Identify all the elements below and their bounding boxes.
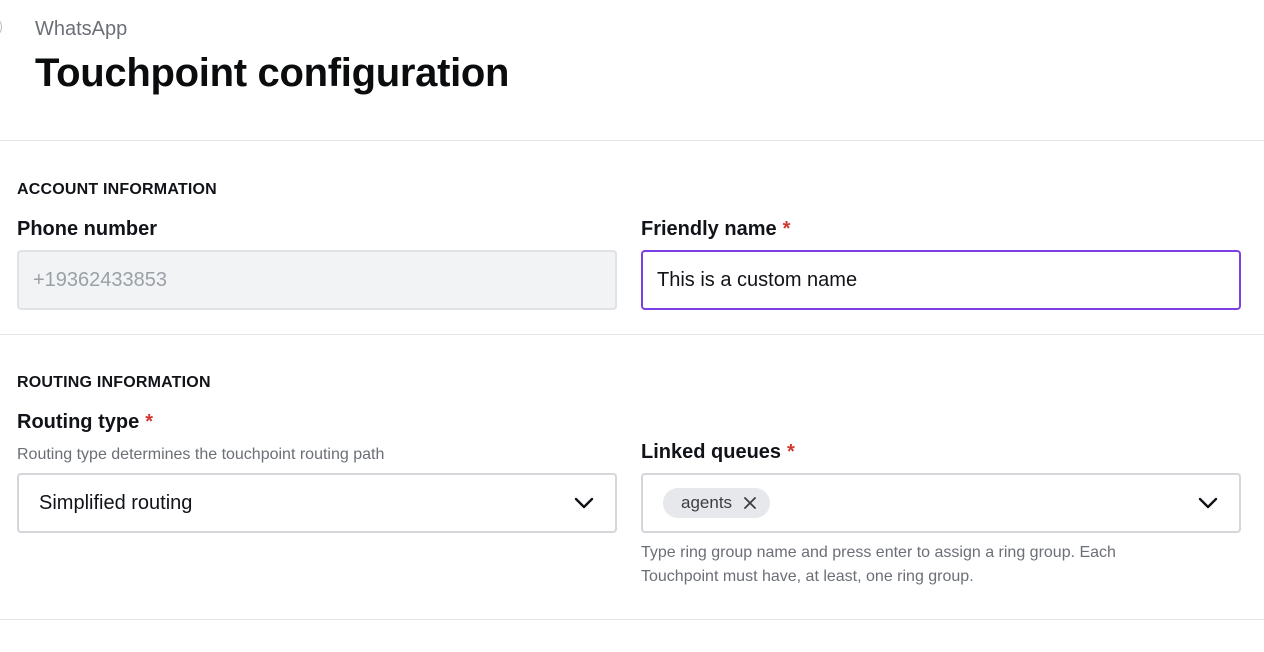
routing-type-label: Routing type *: [17, 410, 153, 434]
page-title: Touchpoint configuration: [35, 51, 510, 95]
linked-queues-label-text: Linked queues: [641, 441, 782, 463]
account-information-heading: ACCOUNT INFORMATION: [17, 181, 217, 198]
touchpoint-configuration-page: WhatsApp Touchpoint configuration ACCOUN…: [0, 0, 1264, 652]
required-asterisk: *: [787, 441, 795, 463]
bottom-divider: [0, 619, 1264, 620]
queue-chip-label: agents: [681, 493, 733, 512]
routing-information-heading: ROUTING INFORMATION: [17, 374, 211, 391]
phone-number-label-text: Phone number: [17, 218, 158, 240]
section-divider: [0, 334, 1264, 335]
friendly-name-input[interactable]: [641, 250, 1241, 310]
linked-queues-label: Linked queues *: [641, 440, 795, 464]
friendly-name-label: Friendly name *: [641, 217, 790, 241]
routing-type-select[interactable]: Simplified routing: [17, 473, 617, 533]
routing-type-label-text: Routing type: [17, 411, 140, 433]
chevron-down-icon: [573, 492, 595, 514]
header-divider: [0, 140, 1264, 141]
phone-number-input: [17, 250, 617, 310]
required-asterisk: *: [145, 411, 154, 433]
routing-type-selected-value: Simplified routing: [39, 491, 193, 514]
phone-number-label: Phone number: [17, 217, 157, 241]
linked-queues-chip-list: agents: [663, 488, 1197, 518]
routing-type-helper: Routing type determines the touchpoint r…: [17, 446, 385, 463]
friendly-name-label-text: Friendly name: [641, 218, 777, 240]
back-button-edge[interactable]: [0, 18, 2, 36]
close-icon[interactable]: [742, 495, 758, 511]
linked-queues-helper-line-2: Touchpoint must have, at least, one ring…: [641, 568, 974, 585]
linked-queues-helper: Type ring group name and press enter to …: [641, 541, 1116, 589]
page-header: WhatsApp Touchpoint configuration: [35, 16, 509, 98]
page-subtitle: WhatsApp: [35, 18, 128, 40]
queue-chip-agents: agents: [663, 488, 771, 518]
linked-queues-helper-line-1: Type ring group name and press enter to …: [641, 544, 1116, 561]
chevron-down-icon: [1197, 492, 1219, 514]
required-asterisk: *: [782, 218, 791, 240]
linked-queues-select[interactable]: agents: [641, 473, 1241, 533]
